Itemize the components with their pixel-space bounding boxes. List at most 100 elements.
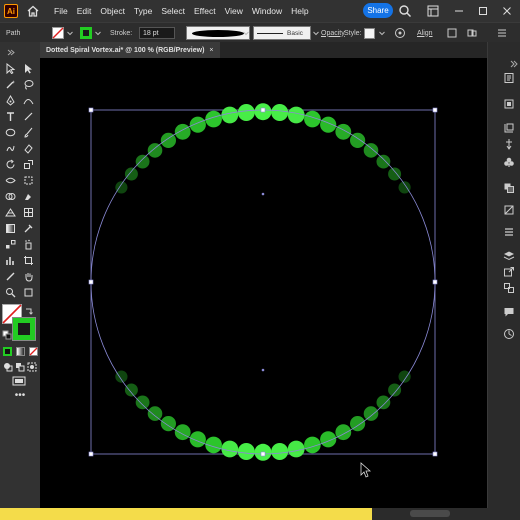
close-tab-icon[interactable]: ×	[209, 47, 213, 54]
symbols-icon[interactable]	[503, 156, 515, 168]
isolate-icon[interactable]	[466, 27, 478, 39]
eyedropper-tool-icon[interactable]	[21, 222, 35, 234]
curvature-tool-icon[interactable]	[21, 94, 35, 106]
lasso-tool-icon[interactable]	[21, 78, 35, 90]
swap-colors-icon[interactable]	[24, 306, 34, 316]
selection-type-label: Path	[6, 29, 21, 37]
variable-width-profile[interactable]: Basic	[253, 26, 311, 40]
puppet-warp-icon[interactable]	[503, 138, 515, 150]
collapse-toolbar-icon[interactable]	[3, 46, 17, 58]
libraries-icon[interactable]	[503, 122, 515, 134]
maximize-icon[interactable]	[476, 4, 490, 18]
artboard-tool-icon[interactable]	[21, 254, 35, 266]
horizontal-scroll-thumb[interactable]	[410, 510, 450, 517]
chevron-down-icon[interactable]	[242, 29, 250, 37]
shaper-tool-icon[interactable]	[3, 142, 17, 154]
document-tab[interactable]: Dotted Spiral Vortex.ai* @ 100 % (RGB/Pr…	[40, 42, 220, 58]
swatches-icon[interactable]	[503, 182, 515, 194]
artboard-canvas[interactable]	[40, 58, 487, 508]
menu-type[interactable]: Type	[134, 6, 152, 16]
opacity-link[interactable]: Opacity	[321, 23, 345, 43]
workspace-icon[interactable]	[426, 4, 440, 18]
column-graph-tool-icon[interactable]	[3, 254, 17, 266]
screen-mode-icon[interactable]	[12, 376, 26, 386]
shape-builder-tool-icon[interactable]	[3, 190, 17, 202]
none-mode-icon[interactable]	[29, 347, 38, 356]
minimize-icon[interactable]	[452, 4, 466, 18]
menu-view[interactable]: View	[225, 6, 243, 16]
artboards-icon[interactable]	[503, 282, 515, 294]
collapse-panels-icon[interactable]	[510, 60, 518, 68]
navigator-icon[interactable]	[503, 328, 515, 340]
stroke-weight-field[interactable]: 18 pt	[139, 27, 175, 39]
chevron-down-icon[interactable]	[94, 29, 102, 37]
recolor-artwork-icon[interactable]	[394, 27, 406, 39]
scale-tool-icon[interactable]	[21, 158, 35, 170]
menu-help[interactable]: Help	[291, 6, 308, 16]
menu-window[interactable]: Window	[252, 6, 282, 16]
chevron-down-icon[interactable]	[378, 29, 386, 37]
live-paint-tool-icon[interactable]	[21, 190, 35, 202]
properties-icon[interactable]	[503, 72, 515, 84]
type-tool-icon[interactable]	[3, 110, 17, 122]
zoom-tool-icon[interactable]	[3, 286, 17, 298]
menu-file[interactable]: File	[54, 6, 68, 16]
perspective-grid-tool-icon[interactable]	[3, 206, 17, 218]
stroke-panel-icon[interactable]	[503, 226, 515, 238]
default-colors-icon[interactable]	[2, 330, 12, 340]
symbol-sprayer-tool-icon[interactable]	[21, 238, 35, 250]
draw-behind-icon[interactable]	[15, 362, 25, 372]
selection-tool-icon[interactable]	[3, 62, 17, 74]
menu-effect[interactable]: Effect	[194, 6, 216, 16]
layers-panel-icon[interactable]	[503, 98, 515, 110]
line-tool-icon[interactable]	[21, 110, 35, 122]
selection-handle	[88, 107, 94, 113]
direct-selection-tool-icon[interactable]	[21, 62, 35, 74]
share-button[interactable]: Share	[363, 3, 393, 18]
selection-handle	[88, 451, 94, 457]
gradient-tool-icon[interactable]	[3, 222, 17, 234]
menu-object[interactable]: Object	[100, 6, 125, 16]
stroke-swatch[interactable]	[80, 23, 102, 43]
export-icon[interactable]	[503, 266, 515, 278]
edit-toolbar-icon[interactable]: •••	[12, 391, 28, 401]
color-guide-icon[interactable]	[503, 204, 515, 216]
blend-tool-icon[interactable]	[3, 238, 17, 250]
draw-inside-icon[interactable]	[27, 362, 37, 372]
fill-swatch[interactable]	[52, 23, 74, 43]
home-icon[interactable]	[26, 4, 40, 18]
gradient-mode-icon[interactable]	[16, 347, 25, 356]
eraser-tool-icon[interactable]	[21, 142, 35, 154]
panel-menu-icon[interactable]	[496, 27, 508, 39]
menu-select[interactable]: Select	[161, 6, 185, 16]
draw-normal-icon[interactable]	[3, 362, 13, 372]
appearance-icon[interactable]	[503, 250, 515, 262]
stroke-label[interactable]: Stroke:	[110, 23, 132, 43]
width-tool-icon[interactable]	[3, 174, 17, 186]
align-link[interactable]: Align	[417, 23, 433, 43]
transform-icon[interactable]	[446, 27, 458, 39]
stroke-color-swatch[interactable]	[13, 318, 35, 340]
ellipse-tool-icon[interactable]	[3, 126, 17, 138]
graphic-style-swatch[interactable]	[364, 27, 375, 39]
print-tiling-tool-icon[interactable]	[21, 286, 35, 298]
rotate-tool-icon[interactable]	[3, 158, 17, 170]
paintbrush-tool-icon[interactable]	[21, 126, 35, 138]
close-window-icon[interactable]	[500, 4, 514, 18]
free-transform-tool-icon[interactable]	[21, 174, 35, 186]
menu-edit[interactable]: Edit	[77, 6, 92, 16]
dot	[388, 383, 402, 397]
chevron-down-icon[interactable]	[312, 29, 320, 37]
hand-tool-icon[interactable]	[21, 270, 35, 282]
mesh-tool-icon[interactable]	[21, 206, 35, 218]
slice-tool-icon[interactable]	[3, 270, 17, 282]
pen-tool-icon[interactable]	[3, 94, 17, 106]
chevron-down-icon[interactable]	[66, 29, 74, 37]
color-mode-icon[interactable]	[3, 347, 12, 356]
brush-definition[interactable]	[186, 26, 250, 40]
dot	[287, 106, 305, 124]
search-icon[interactable]	[398, 4, 412, 18]
magic-wand-tool-icon[interactable]	[3, 78, 17, 90]
comments-icon[interactable]	[503, 306, 515, 318]
dot	[376, 395, 391, 410]
